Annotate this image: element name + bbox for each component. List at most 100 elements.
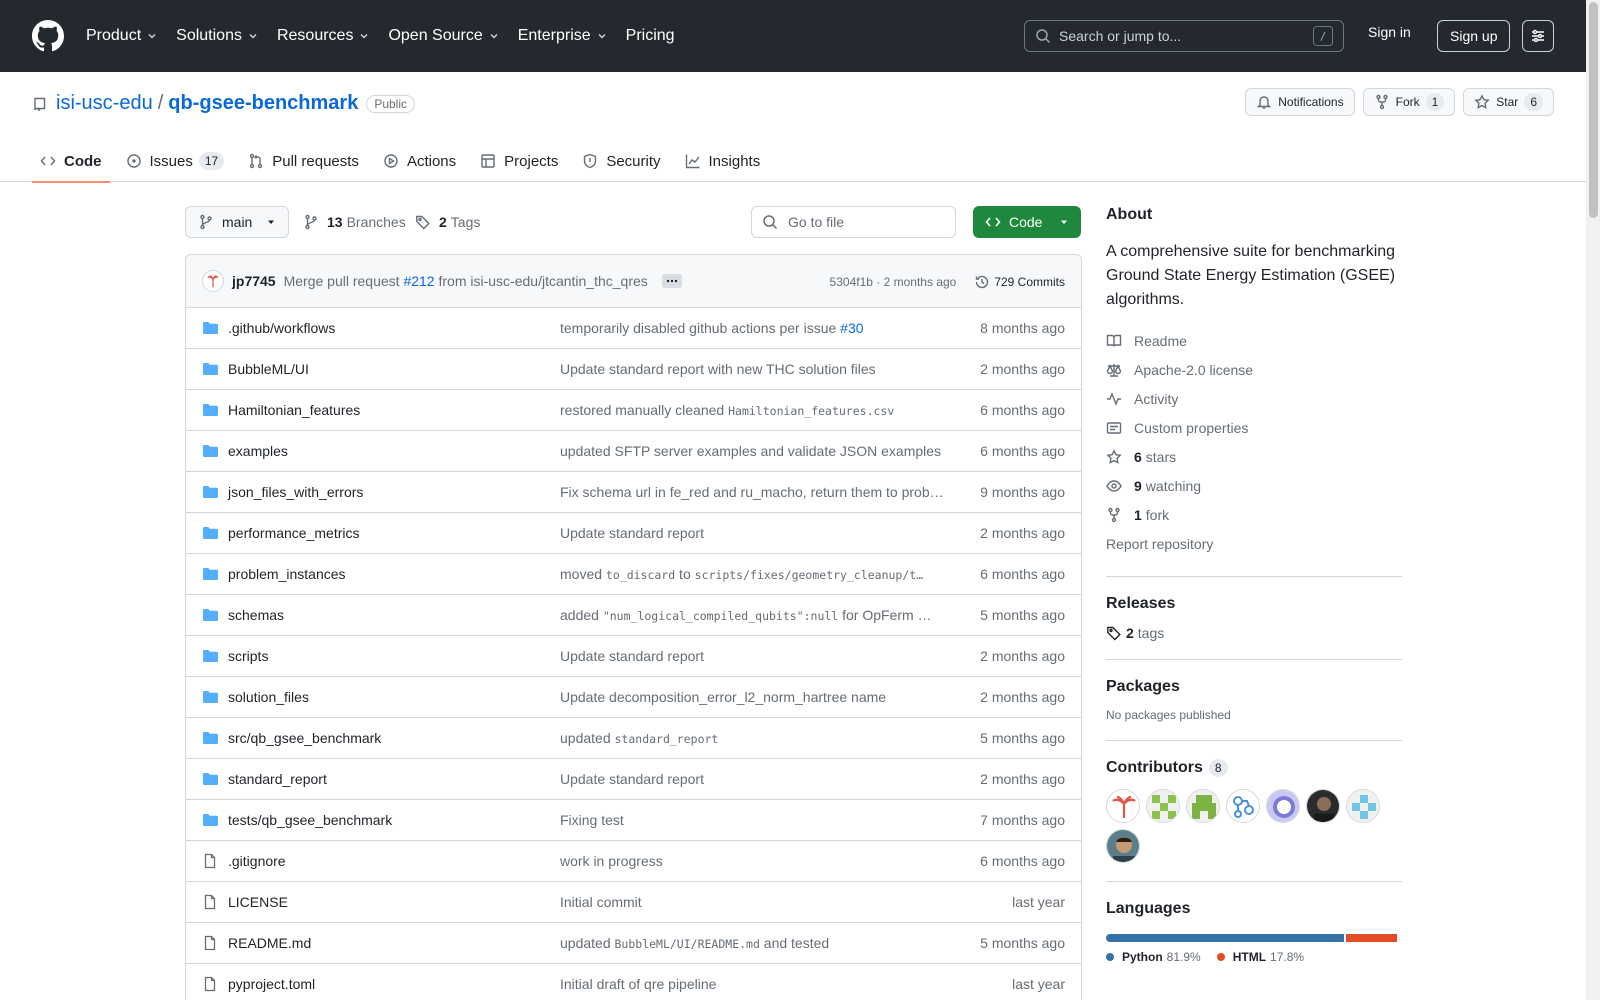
table-row[interactable]: pyproject.toml Initial draft of qre pipel… (186, 964, 1081, 1000)
sign-up-button[interactable]: Sign up (1437, 20, 1511, 52)
file-name-link[interactable]: problem_instances (228, 566, 346, 582)
file-name-link[interactable]: LICENSE (228, 894, 288, 910)
language-html[interactable]: HTML 17.8% (1216, 950, 1304, 964)
file-name-link[interactable]: json_files_with_errors (228, 484, 363, 500)
about-item-apache-2-0-license[interactable]: Apache-2.0 license (1106, 355, 1402, 384)
tab-pull-requests[interactable]: Pull requests (240, 140, 367, 182)
file-commit-message[interactable]: Update standard report with new THC solu… (560, 361, 950, 377)
file-name-link[interactable]: .gitignore (228, 853, 286, 869)
contributors-header[interactable]: Contributors 8 (1106, 759, 1402, 777)
file-name-link[interactable]: schemas (228, 607, 284, 623)
table-row[interactable]: problem_instances moved to_discard to scr… (186, 554, 1081, 595)
file-name-link[interactable]: src/qb_gsee_benchmark (228, 730, 381, 746)
file-name-link[interactable]: standard_report (228, 771, 327, 787)
branches-link[interactable]: 13 Branches (303, 206, 406, 238)
releases-heading[interactable]: Releases (1106, 595, 1402, 613)
file-name-link[interactable]: BubbleML/UI (228, 361, 309, 377)
file-name-link[interactable]: examples (228, 443, 288, 459)
file-commit-message[interactable]: added "num_logical_compiled_qubits":null… (560, 607, 950, 623)
about-item-readme[interactable]: Readme (1106, 326, 1402, 355)
topnav-item-solutions[interactable]: Solutions (176, 27, 259, 45)
about-item-fork[interactable]: 1 fork (1106, 500, 1402, 529)
table-row[interactable]: Hamiltonian_features restored manually cl… (186, 390, 1081, 431)
notifications-button[interactable]: Notifications (1245, 88, 1355, 116)
about-item-custom-properties[interactable]: Custom properties (1106, 413, 1402, 442)
table-row[interactable]: tests/qb_gsee_benchmark Fixing test 7 mont… (186, 800, 1081, 841)
commit-sha-time[interactable]: 5304f1b · 2 months ago (830, 275, 957, 289)
table-row[interactable]: schemas added "num_logical_compiled_qubit… (186, 595, 1081, 636)
file-name-link[interactable]: solution_files (228, 689, 309, 705)
table-row[interactable]: performance_metrics Update standard repor… (186, 513, 1081, 554)
file-commit-message[interactable]: Initial commit (560, 894, 950, 910)
report-repository-link[interactable]: Report repository (1106, 529, 1402, 558)
code-dropdown-button[interactable]: Code (973, 206, 1081, 238)
tags-link[interactable]: 2 Tags (415, 206, 480, 238)
file-commit-message[interactable]: updated standard_report (560, 730, 950, 746)
topnav-item-resources[interactable]: Resources (277, 27, 370, 45)
file-name-link[interactable]: .github/workflows (228, 320, 335, 336)
tab-insights[interactable]: Insights (677, 140, 769, 182)
tab-issues[interactable]: Issues 17 (118, 140, 233, 182)
file-commit-message[interactable]: updated SFTP server examples and validat… (560, 443, 950, 459)
avatar[interactable] (1106, 789, 1140, 823)
file-commit-message[interactable]: Update standard report (560, 525, 950, 541)
avatar[interactable] (202, 270, 224, 292)
file-commit-message[interactable]: Update standard report (560, 648, 950, 664)
release-tags-link[interactable]: 2 tags (1106, 625, 1402, 641)
avatar[interactable] (1186, 789, 1220, 823)
avatar[interactable] (1146, 789, 1180, 823)
file-commit-message[interactable]: work in progress (560, 853, 950, 869)
commit-author[interactable]: jp7745 (232, 273, 276, 289)
file-commit-message[interactable]: Fixing test (560, 812, 950, 828)
file-name-link[interactable]: README.md (228, 935, 311, 951)
table-row[interactable]: src/qb_gsee_benchmark updated standard_re… (186, 718, 1081, 759)
repo-owner-link[interactable]: isi-usc-edu (56, 92, 153, 115)
file-commit-message[interactable]: Initial draft of qre pipeline (560, 976, 950, 992)
file-commit-message[interactable]: temporarily disabled github actions per … (560, 320, 950, 336)
table-row[interactable]: json_files_with_errors Fix schema url in … (186, 472, 1081, 513)
about-item-watching[interactable]: 9 watching (1106, 471, 1402, 500)
file-commit-message[interactable]: Update standard report (560, 771, 950, 787)
file-commit-message[interactable]: Update decomposition_error_l2_norm_hartr… (560, 689, 950, 705)
topnav-item-product[interactable]: Product (86, 27, 158, 45)
table-row[interactable]: LICENSE Initial commit last year (186, 882, 1081, 923)
commits-history-link[interactable]: 729 Commits (974, 274, 1065, 290)
commit-message[interactable]: Merge pull request #212 from isi-usc-edu… (284, 273, 648, 289)
about-item-activity[interactable]: Activity (1106, 384, 1402, 413)
fork-button[interactable]: Fork 1 (1362, 88, 1456, 116)
global-menu-button[interactable] (1522, 20, 1554, 52)
table-row[interactable]: BubbleML/UI Update standard report with n… (186, 349, 1081, 390)
tab-security[interactable]: Security (574, 140, 668, 182)
issue-link[interactable]: #30 (840, 320, 863, 336)
avatar[interactable] (1306, 789, 1340, 823)
packages-heading[interactable]: Packages (1106, 678, 1402, 696)
avatar[interactable] (1266, 789, 1300, 823)
file-name-link[interactable]: performance_metrics (228, 525, 360, 541)
page-scrollbar-thumb[interactable] (1589, 2, 1598, 218)
file-name-link[interactable]: scripts (228, 648, 268, 664)
table-row[interactable]: standard_report Update standard report 2 m… (186, 759, 1081, 800)
github-logo-icon[interactable] (32, 20, 64, 52)
expand-commit-button[interactable] (661, 274, 682, 288)
avatar[interactable] (1106, 829, 1140, 863)
tab-actions[interactable]: Actions (375, 140, 464, 182)
go-to-file-input[interactable]: Go to file (751, 206, 956, 238)
repo-name-link[interactable]: qb-gsee-benchmark (168, 92, 358, 115)
file-commit-message[interactable]: Fix schema url in fe_red and ru_macho, r… (560, 484, 950, 500)
about-item-stars[interactable]: 6 stars (1106, 442, 1402, 471)
global-search[interactable]: Search or jump to... / (1024, 20, 1344, 52)
avatar[interactable] (1226, 789, 1260, 823)
topnav-item-open-source[interactable]: Open Source (388, 27, 499, 45)
sign-in-link[interactable]: Sign in (1368, 24, 1411, 40)
file-commit-message[interactable]: moved to_discard to scripts/fixes/geomet… (560, 566, 950, 582)
file-name-link[interactable]: Hamiltonian_features (228, 402, 360, 418)
table-row[interactable]: scripts Update standard report 2 months ag… (186, 636, 1081, 677)
file-name-link[interactable]: pyproject.toml (228, 976, 315, 992)
file-name-link[interactable]: tests/qb_gsee_benchmark (228, 812, 392, 828)
topnav-item-enterprise[interactable]: Enterprise (518, 27, 608, 45)
language-python[interactable]: Python 81.9% (1106, 950, 1201, 964)
file-commit-message[interactable]: restored manually cleaned Hamiltonian_fe… (560, 402, 950, 418)
star-button[interactable]: Star 6 (1463, 88, 1554, 116)
table-row[interactable]: .gitignore work in progress 6 months ago (186, 841, 1081, 882)
branch-selector[interactable]: main (185, 206, 290, 238)
